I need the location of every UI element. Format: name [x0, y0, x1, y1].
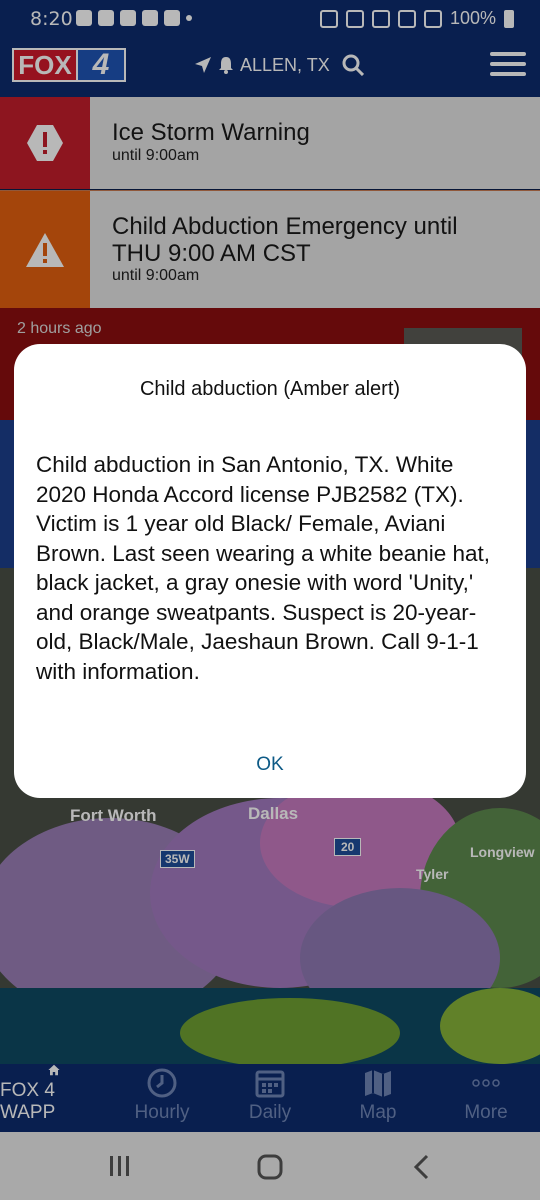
dialog-body: Child abduction in San Antonio, TX. Whit…	[36, 452, 491, 684]
ok-button[interactable]: OK	[14, 754, 526, 776]
dialog-title: Child abduction (Amber alert)	[139, 378, 401, 400]
amber-alert-dialog: Child abduction (Amber alert) Child abdu…	[14, 344, 526, 798]
